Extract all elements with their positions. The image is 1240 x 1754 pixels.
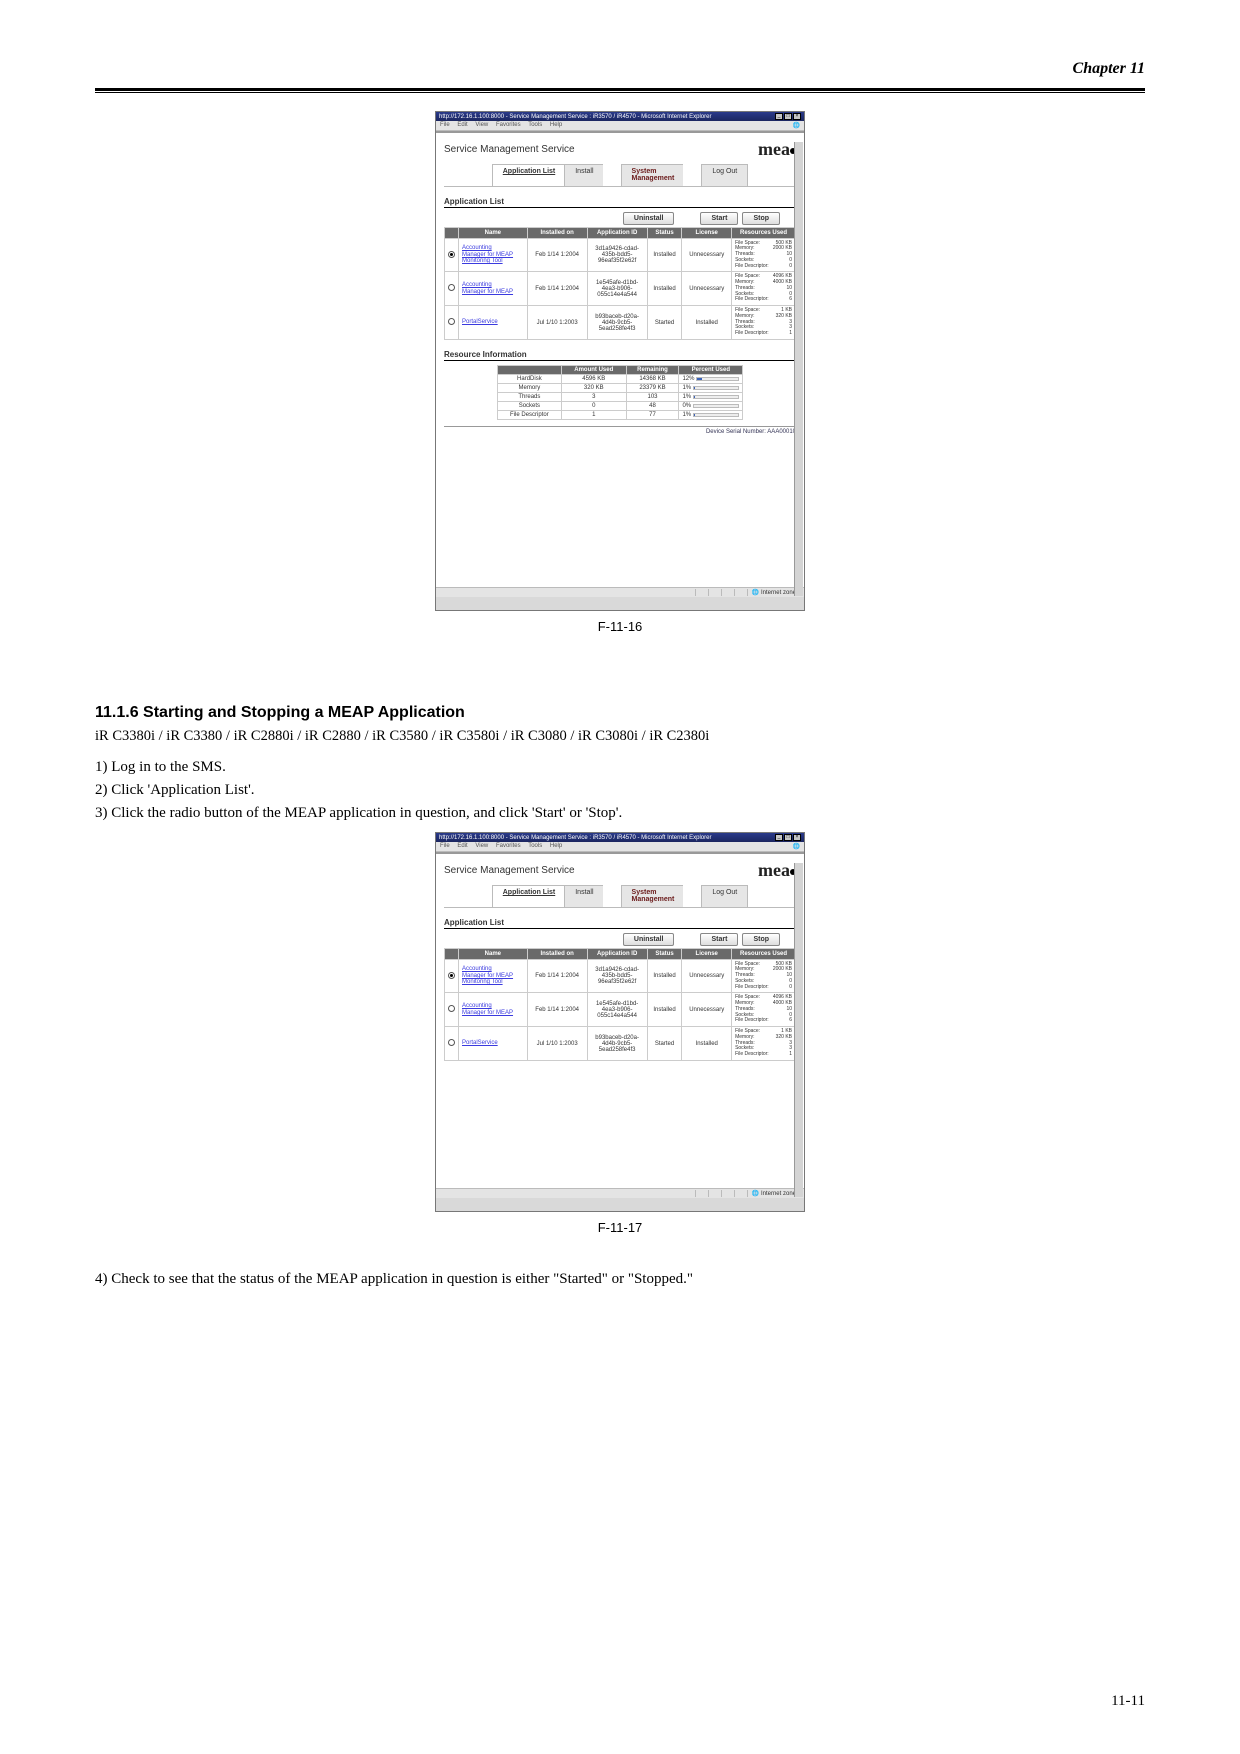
ie-logo-icon: 🌐 [793,122,800,129]
step-4: 4) Check to see that the status of the M… [95,1271,1145,1288]
device-serial: Device Serial Number: AAA00010 [444,426,796,435]
menu-favorites[interactable]: Favorites [496,122,521,128]
ie-logo-icon: 🌐 [793,843,800,850]
tab-application-list[interactable]: Application List [492,885,567,907]
app-list-heading: Application List [444,197,796,208]
tab-install[interactable]: Install [564,164,604,186]
stop-button[interactable]: Stop [742,212,780,225]
radio-row-1[interactable] [448,1005,455,1012]
tab-install[interactable]: Install [564,885,604,907]
chapter-header: Chapter 11 [95,60,1145,78]
page-number: 11-11 [1111,1693,1145,1710]
table-row: Accounting Manager for MEAP Monitoring T… [445,238,796,272]
meap-logo: mea [758,860,796,881]
window-title: http://172.16.1.100:8000 - Service Manag… [439,114,711,120]
window-title: http://172.16.1.100:8000 - Service Manag… [439,835,711,841]
menu-file[interactable]: File [440,122,450,128]
menubar: File Edit View Favorites Tools Help 🌐 [436,121,804,131]
radio-row-0[interactable] [448,251,455,258]
resource-info-table: Amount Used Remaining Percent Used HardD… [497,365,743,420]
menu-help[interactable]: Help [550,843,562,849]
tab-logout[interactable]: Log Out [701,164,748,186]
app-name-link[interactable]: PortalService [459,306,528,340]
screenshot-2: http://172.16.1.100:8000 - Service Manag… [435,832,805,1212]
start-button[interactable]: Start [700,933,738,946]
header-rule [95,88,1145,93]
application-table: Name Installed on Application ID Status … [444,227,796,340]
table-row: Accounting Manager for MEAP Monitoring T… [445,959,796,993]
figure-2-caption: F-11-17 [598,1220,643,1235]
table-row: Accounting Manager for MEAP Feb 1/14 1:2… [445,272,796,306]
statusbar: 🌐 Internet zone [436,587,804,597]
menu-favorites[interactable]: Favorites [496,843,521,849]
tab-system-management[interactable]: System Management [621,885,686,907]
table-header-row: Name Installed on Application ID Status … [445,948,796,959]
menu-tools[interactable]: Tools [528,843,542,849]
menu-file[interactable]: File [440,843,450,849]
tab-application-list[interactable]: Application List [492,164,567,186]
menu-view[interactable]: View [475,122,488,128]
app-name-link[interactable]: PortalService [459,1027,528,1061]
menu-edit[interactable]: Edit [457,122,467,128]
uninstall-button[interactable]: Uninstall [623,933,675,946]
menu-edit[interactable]: Edit [457,843,467,849]
table-row: PortalService Jul 1/10 1:2003 b93baceb-d… [445,1027,796,1061]
step-3: 3) Click the radio button of the MEAP ap… [95,805,1145,822]
radio-row-0[interactable] [448,972,455,979]
model-list: iR C3380i / iR C3380 / iR C2880i / iR C2… [95,728,1145,745]
window-titlebar: http://172.16.1.100:8000 - Service Manag… [436,112,804,121]
step-1: 1) Log in to the SMS. [95,759,1145,776]
application-table: Name Installed on Application ID Status … [444,948,796,1061]
stop-button[interactable]: Stop [742,933,780,946]
resource-info-heading: Resource Information [444,350,796,361]
scrollbar[interactable] [794,142,803,596]
app-name-link[interactable]: Accounting Manager for MEAP [459,272,528,306]
meap-logo: mea [758,139,796,160]
menu-tools[interactable]: Tools [528,122,542,128]
window-titlebar: http://172.16.1.100:8000 - Service Manag… [436,833,804,842]
status-zone: 🌐 Internet zone [747,589,800,596]
section-heading: 11.1.6 Starting and Stopping a MEAP Appl… [95,704,1145,722]
tab-logout[interactable]: Log Out [701,885,748,907]
radio-row-2[interactable] [448,1039,455,1046]
tabs: Application List Install System Manageme… [444,164,796,187]
screenshot-1: http://172.16.1.100:8000 - Service Manag… [435,111,805,611]
step-2: 2) Click 'Application List'. [95,782,1145,799]
uninstall-button[interactable]: Uninstall [623,212,675,225]
menu-view[interactable]: View [475,843,488,849]
menubar: File Edit View Favorites Tools Help 🌐 [436,842,804,852]
start-button[interactable]: Start [700,212,738,225]
status-zone: 🌐 Internet zone [747,1190,800,1197]
page-title: Service Management Service [444,144,575,155]
page-title: Service Management Service [444,865,575,876]
app-name-link[interactable]: Accounting Manager for MEAP [459,993,528,1027]
table-row: PortalService Jul 1/10 1:2003 b93baceb-d… [445,306,796,340]
app-name-link[interactable]: Accounting Manager for MEAP Monitoring T… [459,238,528,272]
figure-2: http://172.16.1.100:8000 - Service Manag… [95,832,1145,1265]
radio-row-1[interactable] [448,284,455,291]
app-list-heading: Application List [444,918,796,929]
window-controls[interactable]: _□× [774,834,801,841]
scrollbar[interactable] [794,863,803,1197]
table-row: Accounting Manager for MEAP Feb 1/14 1:2… [445,993,796,1027]
radio-row-2[interactable] [448,318,455,325]
tabs: Application List Install System Manageme… [444,885,796,908]
figure-1: http://172.16.1.100:8000 - Service Manag… [95,111,1145,664]
figure-1-caption: F-11-16 [598,619,643,634]
menu-help[interactable]: Help [550,122,562,128]
tab-system-management[interactable]: System Management [621,164,686,186]
app-name-link[interactable]: Accounting Manager for MEAP Monitoring T… [459,959,528,993]
table-header-row: Name Installed on Application ID Status … [445,227,796,238]
window-controls[interactable]: _□× [774,113,801,120]
statusbar: 🌐 Internet zone [436,1188,804,1198]
